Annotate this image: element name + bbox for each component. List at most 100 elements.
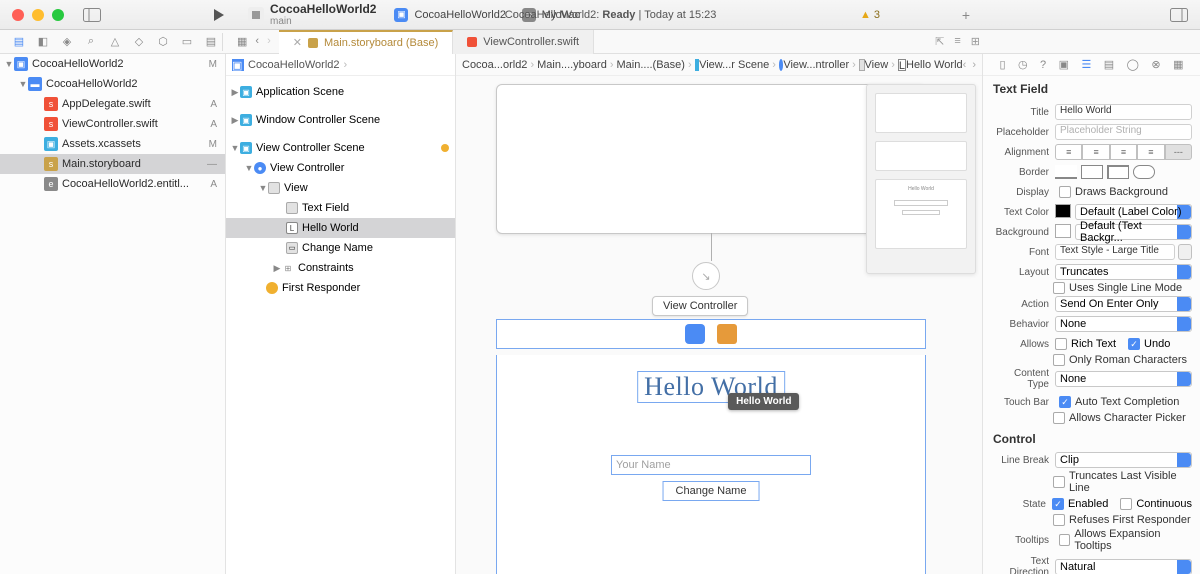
jump-bar[interactable]: Cocoa...orld2› Main....yboard› Main....(… [456,54,982,76]
character-picker-checkbox[interactable] [1053,412,1065,424]
border-square-button[interactable] [1081,165,1103,179]
linebreak-menu[interactable]: Clip [1055,452,1192,468]
align-natural-button[interactable]: --- [1165,144,1192,160]
align-left-button[interactable]: ≡ [1055,144,1082,160]
single-line-checkbox[interactable] [1053,282,1065,294]
background-color-well[interactable] [1055,224,1071,238]
size-inspector-icon[interactable]: ▤ [1104,58,1114,71]
next-button[interactable]: › [972,59,976,71]
align-right-button[interactable]: ≡ [1110,144,1137,160]
layout-menu[interactable]: Truncates [1055,264,1192,280]
title-input[interactable]: Hello World [1055,104,1192,120]
disclosure-icon[interactable]: ▼ [18,79,28,89]
effects-inspector-icon[interactable]: ▦ [1173,58,1183,71]
file-inspector-icon[interactable]: ▯ [999,58,1005,71]
segue-connector-icon[interactable]: ↘ [692,262,720,290]
file-row[interactable]: s Main.storyboard — [0,154,225,174]
outline-window-scene[interactable]: ▶ ▣ Window Controller Scene [226,110,455,130]
view-canvas[interactable]: Hello World Hello World Your Name Change… [496,355,926,574]
attributes-inspector-icon[interactable]: ☰ [1081,58,1091,71]
view-controller-object-icon[interactable] [685,324,705,344]
prev-button[interactable]: ‹ [963,59,967,71]
minimap[interactable]: Hello World [866,84,976,274]
breakpoint-nav-icon[interactable]: ▭ [180,35,194,48]
first-responder-object-icon[interactable] [717,324,737,344]
run-button[interactable] [212,8,226,22]
outline-first-responder[interactable]: ▶ First Responder [226,278,455,298]
alignment-segmented-control[interactable]: ≡ ≡ ≡ ≡ --- [1055,144,1192,160]
font-input[interactable]: Text Style - Large Title [1055,244,1175,260]
background-menu[interactable]: Default (Text Backgr... [1075,224,1192,240]
outline-change-name[interactable]: ▶ ▭ Change Name [226,238,455,258]
minimap-window[interactable] [875,93,967,133]
project-nav-icon[interactable]: ▤ [12,35,26,48]
border-bezel-button[interactable] [1107,165,1129,179]
file-row[interactable]: s AppDelegate.swift A [0,94,225,114]
disclosure-icon[interactable]: ▼ [244,163,254,173]
bookmark-nav-icon[interactable]: ◈ [60,35,74,48]
stop-button[interactable] [248,7,264,23]
identity-inspector-icon[interactable]: ▣ [1059,58,1069,71]
align-center-button[interactable]: ≡ [1082,144,1109,160]
issue-nav-icon[interactable]: △ [108,35,122,48]
draws-background-checkbox[interactable] [1059,186,1071,198]
auto-text-completion-checkbox[interactable]: ✓ [1059,396,1071,408]
bindings-inspector-icon[interactable]: ⊗ [1151,58,1160,71]
tab-viewcontroller[interactable]: ViewController.swift [453,30,594,54]
disclosure-icon[interactable]: ▼ [230,143,240,153]
name-text-field[interactable]: Your Name [611,455,811,475]
new-tab-button[interactable]: + [962,7,970,23]
help-inspector-icon[interactable]: ? [1040,59,1046,71]
file-row[interactable]: e CocoaHelloWorld2.entitl... A [0,174,225,194]
project-row[interactable]: ▼ ▣ CocoaHelloWorld2 M [0,54,225,74]
close-window-button[interactable] [12,9,24,21]
text-color-well[interactable] [1055,204,1071,218]
outline-hello-world[interactable]: ▶ L Hello World [226,218,455,238]
disclosure-icon[interactable]: ▼ [4,59,14,69]
warnings-badge[interactable]: ▲ 3 [860,9,880,21]
undo-checkbox[interactable]: ✓ [1128,338,1140,350]
outline-constraints[interactable]: ▶ ⊞ Constraints [226,258,455,278]
toggle-right-panel-button[interactable] [1170,8,1188,22]
file-row[interactable]: ▣ Assets.xcassets M [0,134,225,154]
outline-view-controller[interactable]: ▼ ● View Controller [226,158,455,178]
outline-vc-scene[interactable]: ▼ ▣ View Controller Scene [226,138,455,158]
editor-options-icon[interactable]: ≡ [954,35,960,48]
find-nav-icon[interactable]: ⌕ [84,35,98,48]
refuses-first-responder-checkbox[interactable] [1053,514,1065,526]
rich-text-checkbox[interactable] [1055,338,1067,350]
placeholder-input[interactable]: Placeholder String [1055,124,1192,140]
action-menu[interactable]: Send On Enter Only [1055,296,1192,312]
outline-view[interactable]: ▼ View [226,178,455,198]
outline-app-scene[interactable]: ▶ ▣ Application Scene [226,82,455,102]
truncate-last-line-checkbox[interactable] [1053,476,1065,488]
scene-dock[interactable] [496,319,926,349]
tab-storyboard[interactable]: ✕ Main.storyboard (Base) [279,30,454,54]
roman-checkbox[interactable] [1053,354,1065,366]
align-justify-button[interactable]: ≡ [1137,144,1164,160]
grid-view-icon[interactable]: ▦ [237,35,247,48]
outline-text-field[interactable]: ▶ Text Field [226,198,455,218]
view-controller-scene[interactable]: Hello World Hello World Your Name Change… [496,319,926,574]
font-picker-button[interactable] [1178,244,1192,260]
debug-nav-icon[interactable]: ⬡ [156,35,170,48]
adjust-editor-icon[interactable]: ⇱ [935,35,944,48]
history-inspector-icon[interactable]: ◷ [1018,58,1028,71]
behavior-menu[interactable]: None [1055,316,1192,332]
content-type-menu[interactable]: None [1055,371,1192,387]
outline-breadcrumb[interactable]: ▣ CocoaHelloWorld2 › [226,54,455,76]
connections-inspector-icon[interactable]: ◯ [1127,58,1139,71]
text-color-menu[interactable]: Default (Label Color) [1075,204,1192,220]
continuous-checkbox[interactable] [1120,498,1132,510]
zoom-window-button[interactable] [52,9,64,21]
enabled-checkbox[interactable]: ✓ [1052,498,1064,510]
minimap-viewcontroller[interactable]: Hello World [875,179,967,249]
text-direction-menu[interactable]: Natural [1055,559,1192,574]
border-rounded-button[interactable] [1133,165,1155,179]
border-style-group[interactable] [1055,165,1192,179]
border-none-button[interactable] [1055,165,1077,179]
test-nav-icon[interactable]: ◇ [132,35,146,48]
expansion-tooltips-checkbox[interactable] [1059,534,1070,546]
interface-builder-canvas[interactable]: Cocoa...orld2› Main....yboard› Main....(… [456,54,982,574]
disclosure-icon[interactable]: ▶ [230,115,240,126]
